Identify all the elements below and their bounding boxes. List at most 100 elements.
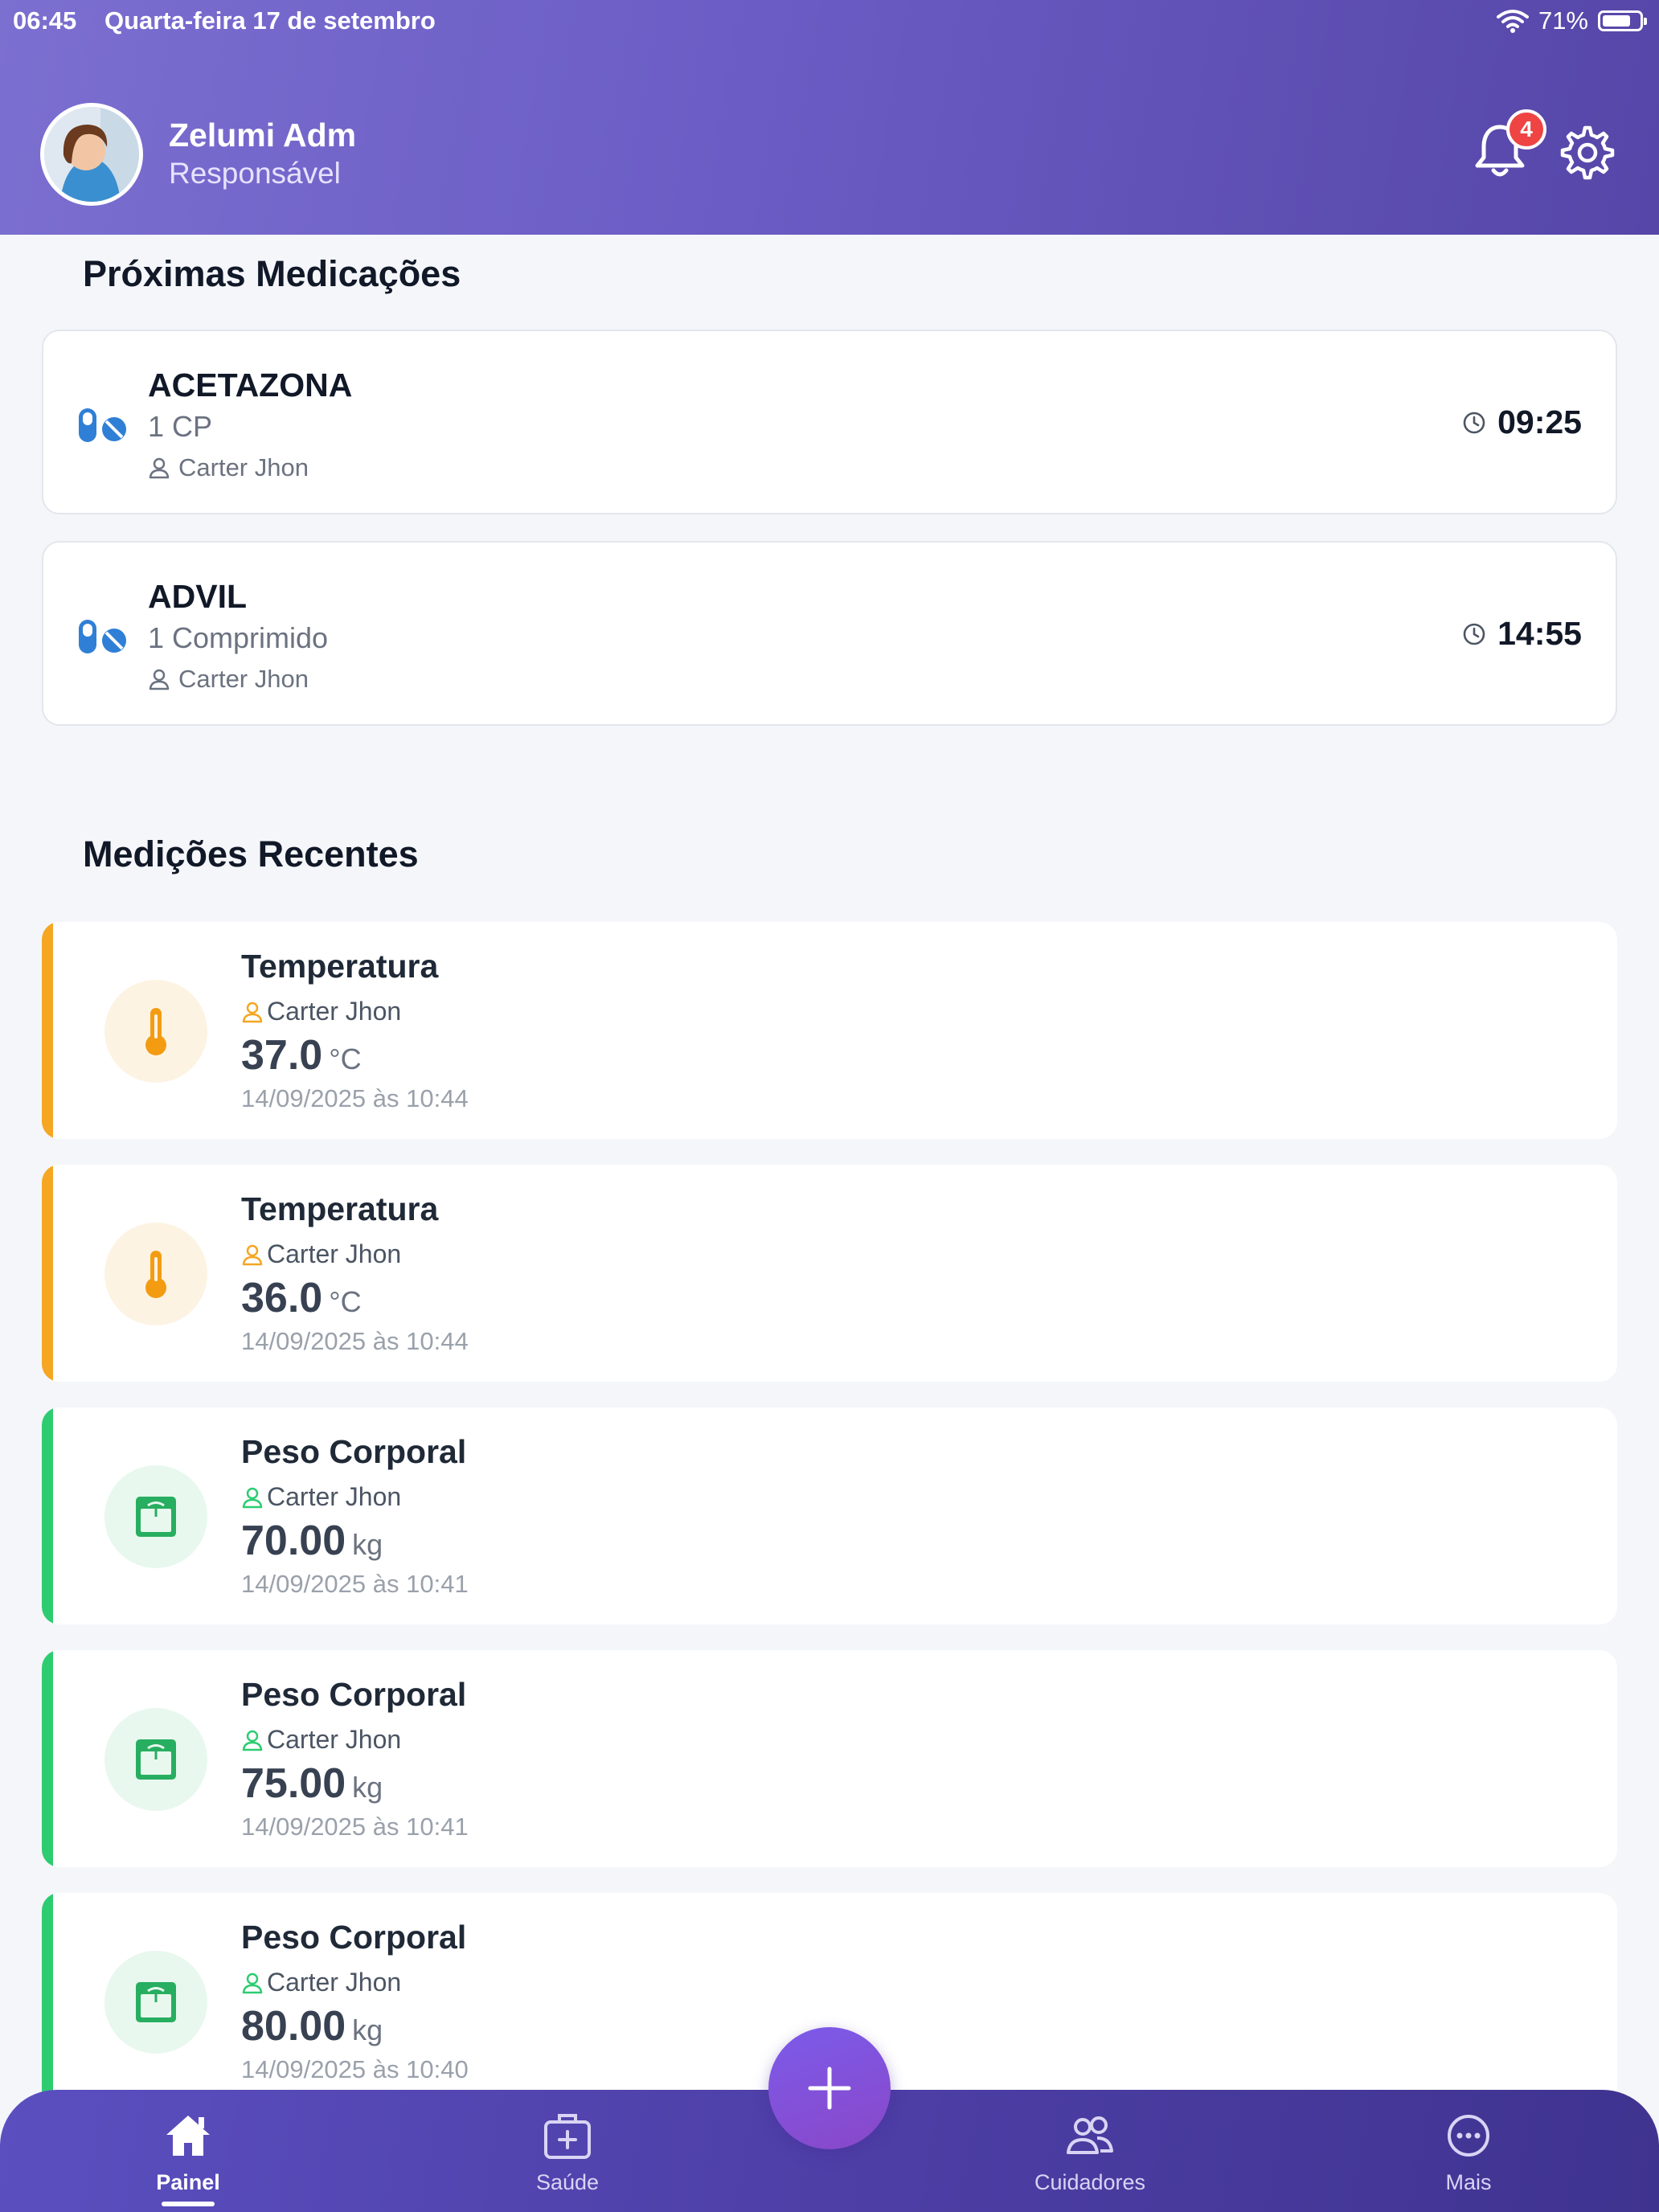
person-icon — [149, 457, 170, 479]
measurements-section-title: Medições Recentes — [83, 834, 419, 875]
status-right: 71% — [1496, 6, 1647, 35]
clock-icon — [1463, 412, 1485, 433]
measurement-accent-bar — [42, 1407, 53, 1624]
person-icon — [242, 1730, 263, 1751]
medication-person: Carter Jhon — [148, 453, 309, 482]
more-icon — [1448, 2115, 1489, 2157]
measurement-unit: kg — [352, 1528, 383, 1561]
measurement-value: 80.00 — [241, 2003, 346, 2050]
clock-icon — [1463, 623, 1485, 645]
measurement-value: 75.00 — [241, 1760, 346, 1807]
measurement-value-row: 80.00 kg — [241, 2002, 383, 2050]
gear-icon[interactable] — [1559, 125, 1616, 181]
measurement-icon-circle — [104, 1223, 207, 1325]
nav-active-indicator — [162, 2202, 215, 2206]
medication-person-name: Carter Jhon — [178, 665, 309, 693]
measurement-value-row: 70.00 kg — [241, 1517, 383, 1565]
nav-item-painel[interactable]: Painel — [92, 2108, 285, 2206]
medication-time: 09:25 — [1462, 403, 1582, 441]
measurement-value-row: 75.00 kg — [241, 1759, 383, 1808]
battery-icon — [1598, 10, 1647, 31]
medication-name: ADVIL — [148, 578, 247, 615]
measurement-person-name: Carter Jhon — [267, 1482, 402, 1511]
measurement-person: Carter Jhon — [241, 1725, 401, 1755]
measurement-type: Peso Corporal — [241, 1676, 467, 1713]
app-header: 06:45 Quarta-feira 17 de setembro 71% Ze… — [0, 0, 1659, 235]
measurement-type: Temperatura — [241, 948, 439, 985]
thermometer-icon — [145, 1008, 166, 1055]
measurement-type: Peso Corporal — [241, 1919, 467, 1956]
users-icon — [1067, 2116, 1113, 2154]
thermometer-icon — [145, 1251, 166, 1298]
measurement-accent-bar — [42, 1893, 53, 2110]
avatar-photo-icon — [44, 107, 139, 202]
measurement-card[interactable]: Peso Corporal Carter Jhon 75.00 kg 14/09… — [42, 1650, 1617, 1867]
measurement-accent-bar — [42, 1165, 53, 1382]
medication-time-value: 14:55 — [1497, 615, 1582, 652]
battery-percent: 71% — [1538, 6, 1588, 35]
medication-time-value: 09:25 — [1497, 403, 1582, 440]
measurement-date: 14/09/2025 às 10:44 — [241, 1084, 469, 1112]
nav-item-mais[interactable]: Mais — [1372, 2108, 1565, 2195]
measurement-person-name: Carter Jhon — [267, 1725, 402, 1754]
scale-icon — [136, 1739, 176, 1780]
measurement-card[interactable]: Peso Corporal Carter Jhon 70.00 kg 14/09… — [42, 1407, 1617, 1624]
user-role: Responsável — [169, 157, 341, 190]
medications-section-title: Próximas Medicações — [83, 253, 461, 294]
scale-icon — [136, 1497, 176, 1537]
wifi-icon — [1496, 10, 1529, 33]
measurement-card[interactable]: Temperatura Carter Jhon 36.0 °C 14/09/20… — [42, 1165, 1617, 1382]
plus-icon — [808, 2067, 851, 2110]
measurement-unit: °C — [329, 1285, 362, 1318]
avatar[interactable] — [40, 103, 143, 206]
measurement-value-row: 36.0 °C — [241, 1274, 362, 1322]
measurement-person-name: Carter Jhon — [267, 997, 402, 1026]
measurement-card[interactable]: Temperatura Carter Jhon 37.0 °C 14/09/20… — [42, 922, 1617, 1139]
medication-dose: 1 CP — [148, 410, 213, 443]
nav-label-painel: Painel — [156, 2170, 220, 2194]
user-name: Zelumi Adm — [169, 117, 357, 154]
nav-item-saude[interactable]: Saúde — [471, 2108, 664, 2195]
measurement-person: Carter Jhon — [241, 1239, 401, 1269]
measurement-icon-circle — [104, 1951, 207, 2054]
measurement-person-name: Carter Jhon — [267, 1239, 402, 1268]
status-time: 06:45 — [13, 6, 77, 35]
medical-kit-icon — [544, 2114, 591, 2159]
nav-item-cuidadores[interactable]: Cuidadores — [993, 2108, 1186, 2195]
status-bar: 06:45 Quarta-feira 17 de setembro 71% — [0, 0, 1659, 42]
measurement-person-name: Carter Jhon — [267, 1968, 402, 1997]
measurement-value: 36.0 — [241, 1275, 323, 1321]
pill-icon — [79, 620, 126, 653]
measurement-date: 14/09/2025 às 10:44 — [241, 1327, 469, 1355]
medication-dose: 1 Comprimido — [148, 621, 329, 654]
pill-icon — [79, 408, 126, 442]
measurement-value: 37.0 — [241, 1032, 323, 1079]
person-icon — [242, 1244, 263, 1265]
measurement-accent-bar — [42, 922, 53, 1139]
measurement-date: 14/09/2025 às 10:40 — [241, 2055, 469, 2083]
add-button[interactable] — [768, 2027, 891, 2149]
measurement-type: Peso Corporal — [241, 1433, 467, 1470]
measurement-value-row: 37.0 °C — [241, 1031, 362, 1079]
measurement-unit: °C — [329, 1043, 362, 1075]
measurement-type: Temperatura — [241, 1190, 439, 1227]
home-icon — [166, 2116, 210, 2156]
measurement-unit: kg — [352, 1771, 383, 1804]
medication-time: 14:55 — [1462, 615, 1582, 653]
person-icon — [242, 1972, 263, 1993]
nav-label-saude: Saúde — [535, 2170, 600, 2194]
medication-card[interactable]: ADVIL 1 Comprimido Carter Jhon 14:55 — [42, 541, 1617, 726]
measurement-icon-circle — [104, 1465, 207, 1568]
medication-person-name: Carter Jhon — [178, 453, 309, 481]
person-icon — [149, 669, 170, 690]
measurement-icon-circle — [104, 1708, 207, 1811]
nav-label-cuidadores: Cuidadores — [1034, 2170, 1146, 2194]
measurement-icon-circle — [104, 980, 207, 1083]
medication-card[interactable]: ACETAZONA 1 CP Carter Jhon 09:25 — [42, 330, 1617, 514]
measurement-unit: kg — [352, 2013, 383, 2046]
measurement-person: Carter Jhon — [241, 1968, 401, 1997]
scale-icon — [136, 1982, 176, 2022]
measurement-date: 14/09/2025 às 10:41 — [241, 1570, 469, 1598]
status-date: Quarta-feira 17 de setembro — [104, 6, 436, 35]
medication-person: Carter Jhon — [148, 665, 309, 694]
